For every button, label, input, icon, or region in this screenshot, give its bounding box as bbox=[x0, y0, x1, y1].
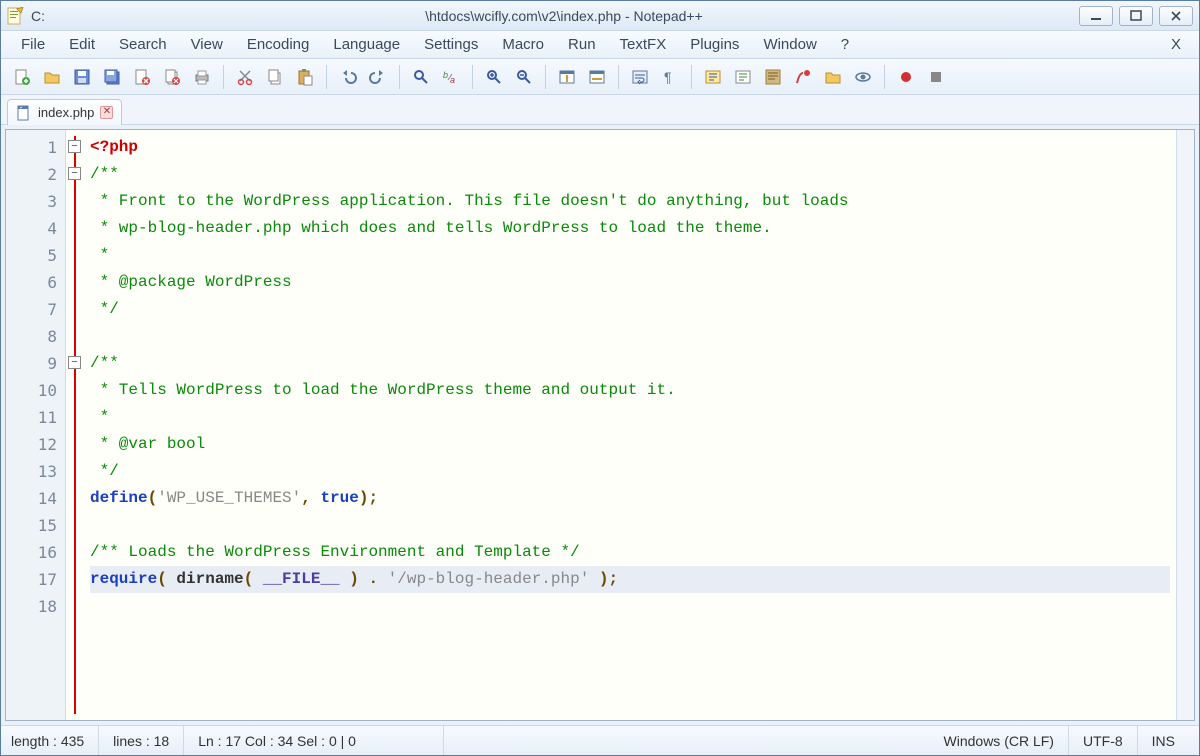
minimize-button[interactable] bbox=[1079, 6, 1113, 26]
close-icon[interactable] bbox=[129, 64, 155, 90]
fold-column[interactable]: − − − bbox=[66, 130, 84, 720]
editor-body: 123456789101112131415161718 − − − <?php/**… bbox=[6, 130, 1194, 720]
toolbar-separator bbox=[472, 65, 473, 89]
tab-close-icon[interactable]: ✕ bbox=[100, 106, 113, 119]
undo-icon[interactable] bbox=[335, 64, 361, 90]
maximize-button[interactable] bbox=[1119, 6, 1153, 26]
sync-v-icon[interactable] bbox=[554, 64, 580, 90]
zoom-in-icon[interactable] bbox=[481, 64, 507, 90]
toolbar-separator bbox=[545, 65, 546, 89]
function-list-icon[interactable] bbox=[790, 64, 816, 90]
show-all-icon[interactable]: ¶ bbox=[657, 64, 683, 90]
menu-language[interactable]: Language bbox=[323, 34, 410, 55]
fold-toggle[interactable]: − bbox=[68, 140, 81, 153]
menu-doc-close[interactable]: X bbox=[1163, 34, 1189, 55]
new-icon[interactable] bbox=[9, 64, 35, 90]
file-icon bbox=[16, 105, 32, 121]
paste-icon[interactable] bbox=[292, 64, 318, 90]
stop-icon[interactable] bbox=[923, 64, 949, 90]
save-all-icon[interactable] bbox=[99, 64, 125, 90]
fold-line bbox=[74, 136, 76, 714]
toolbar-separator bbox=[618, 65, 619, 89]
menu-view[interactable]: View bbox=[181, 34, 233, 55]
menu-run[interactable]: Run bbox=[558, 34, 606, 55]
svg-text:¶: ¶ bbox=[664, 69, 672, 85]
find-icon[interactable] bbox=[408, 64, 434, 90]
tab-indexphp[interactable]: index.php ✕ bbox=[7, 99, 122, 125]
toolbar-separator bbox=[884, 65, 885, 89]
status-encoding[interactable]: UTF-8 bbox=[1069, 726, 1138, 755]
statusbar: length : 435 lines : 18 Ln : 17 Col : 34… bbox=[1, 725, 1199, 755]
menu-encoding[interactable]: Encoding bbox=[237, 34, 320, 55]
tabbar: index.php ✕ bbox=[1, 95, 1199, 125]
wordwrap-icon[interactable] bbox=[627, 64, 653, 90]
window-close-button[interactable] bbox=[1159, 6, 1193, 26]
menu-macro[interactable]: Macro bbox=[492, 34, 554, 55]
folder-icon[interactable] bbox=[820, 64, 846, 90]
title-path: \htdocs\wcifly.com\v2\index.php - Notepa… bbox=[49, 8, 1079, 24]
status-length: length : 435 bbox=[11, 726, 99, 755]
svg-text:b: b bbox=[443, 70, 448, 80]
status-lines: lines : 18 bbox=[99, 726, 184, 755]
cut-icon[interactable] bbox=[232, 64, 258, 90]
indent-guide-icon[interactable] bbox=[700, 64, 726, 90]
status-position: Ln : 17 Col : 34 Sel : 0 | 0 bbox=[184, 726, 444, 755]
redo-icon[interactable] bbox=[365, 64, 391, 90]
status-insert-mode[interactable]: INS bbox=[1138, 726, 1189, 755]
menu-file[interactable]: File bbox=[11, 34, 55, 55]
monitor-icon[interactable] bbox=[850, 64, 876, 90]
app-window: C: \htdocs\wcifly.com\v2\index.php - Not… bbox=[0, 0, 1200, 756]
copy-icon[interactable] bbox=[262, 64, 288, 90]
lang-icon[interactable] bbox=[730, 64, 756, 90]
menubar: File Edit Search View Encoding Language … bbox=[1, 31, 1199, 59]
record-icon[interactable] bbox=[893, 64, 919, 90]
vertical-scrollbar[interactable] bbox=[1176, 130, 1194, 720]
open-icon[interactable] bbox=[39, 64, 65, 90]
replace-icon[interactable]: ba bbox=[438, 64, 464, 90]
close-all-icon[interactable] bbox=[159, 64, 185, 90]
editor-frame: 123456789101112131415161718 − − − <?php/**… bbox=[5, 129, 1195, 721]
print-icon[interactable] bbox=[189, 64, 215, 90]
status-eol[interactable]: Windows (CR LF) bbox=[930, 726, 1069, 755]
toolbar-separator bbox=[326, 65, 327, 89]
menu-settings[interactable]: Settings bbox=[414, 34, 488, 55]
sync-h-icon[interactable] bbox=[584, 64, 610, 90]
menu-plugins[interactable]: Plugins bbox=[680, 34, 749, 55]
menu-help[interactable]: ? bbox=[831, 34, 859, 55]
line-number-gutter[interactable]: 123456789101112131415161718 bbox=[6, 130, 66, 720]
toolbar-separator bbox=[399, 65, 400, 89]
title-drive-letter: C: bbox=[31, 8, 45, 24]
app-icon bbox=[7, 7, 25, 25]
menu-search[interactable]: Search bbox=[109, 34, 177, 55]
fold-toggle[interactable]: − bbox=[68, 167, 81, 180]
doc-map-icon[interactable] bbox=[760, 64, 786, 90]
toolbar-separator bbox=[223, 65, 224, 89]
toolbar-separator bbox=[691, 65, 692, 89]
menu-window[interactable]: Window bbox=[753, 34, 826, 55]
code-area[interactable]: <?php/** * Front to the WordPress applic… bbox=[84, 130, 1176, 720]
menu-textfx[interactable]: TextFX bbox=[610, 34, 677, 55]
toolbar: ba ¶ bbox=[1, 59, 1199, 95]
menu-edit[interactable]: Edit bbox=[59, 34, 105, 55]
tab-label: index.php bbox=[38, 105, 94, 120]
save-icon[interactable] bbox=[69, 64, 95, 90]
fold-toggle[interactable]: − bbox=[68, 356, 81, 369]
zoom-out-icon[interactable] bbox=[511, 64, 537, 90]
titlebar[interactable]: C: \htdocs\wcifly.com\v2\index.php - Not… bbox=[1, 1, 1199, 31]
window-buttons bbox=[1079, 6, 1193, 26]
